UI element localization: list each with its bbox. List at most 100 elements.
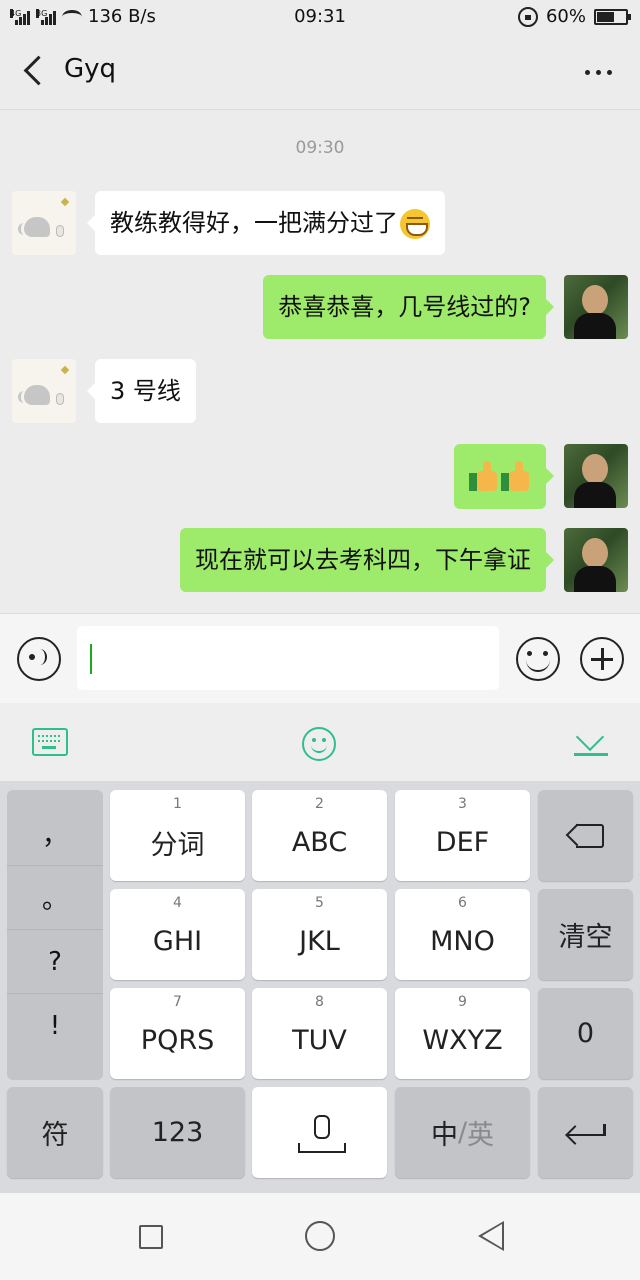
contact-avatar[interactable] bbox=[12, 191, 76, 255]
more-dots-icon[interactable] bbox=[585, 60, 612, 84]
symbols-key[interactable]: 符 bbox=[7, 1087, 103, 1178]
punctuation-column[interactable]: ， 。 ? ! bbox=[7, 790, 103, 1080]
key-7[interactable]: 7 PQRS bbox=[110, 988, 245, 1079]
message-bubble-outgoing[interactable]: 现在就可以去考科四，下午拿证 bbox=[180, 528, 554, 592]
key-number: 8 bbox=[315, 994, 324, 1010]
key-label: 0 bbox=[576, 1018, 595, 1049]
key-3[interactable]: 3 DEF bbox=[395, 790, 530, 881]
rotation-lock-icon bbox=[517, 6, 538, 27]
key-number: 5 bbox=[315, 895, 324, 911]
key-number: 2 bbox=[315, 796, 324, 812]
message-text: 教练教得好，一把满分过了 bbox=[110, 209, 398, 237]
mic-icon bbox=[297, 1114, 346, 1153]
key-label: TUV bbox=[292, 1025, 347, 1056]
key-number: 1 bbox=[173, 796, 182, 812]
key-label: 符 bbox=[41, 1120, 69, 1151]
thumbs-up-icon bbox=[469, 461, 499, 493]
key-label: PQRS bbox=[140, 1025, 215, 1056]
key-label: 清空 bbox=[558, 922, 613, 953]
plus-icon[interactable] bbox=[580, 637, 624, 681]
enter-key[interactable] bbox=[538, 1087, 633, 1178]
message-bubble-outgoing[interactable]: 恭喜恭喜，几号线过的? bbox=[263, 275, 554, 339]
elephant-icon bbox=[18, 217, 50, 237]
key-1[interactable]: 1 分词 bbox=[110, 790, 245, 881]
zero-key[interactable]: 0 bbox=[538, 988, 633, 1079]
punct-key-period[interactable]: 。 bbox=[7, 866, 103, 930]
key-number: 6 bbox=[458, 895, 467, 911]
emoji-icon[interactable] bbox=[516, 637, 560, 681]
triangle-back-icon[interactable] bbox=[478, 1221, 504, 1251]
language-toggle-key[interactable]: 中 / 英 bbox=[395, 1087, 530, 1178]
message-text: 恭喜恭喜，几号线过的? bbox=[278, 293, 531, 321]
keyboard-icon[interactable] bbox=[32, 728, 68, 756]
message-input[interactable] bbox=[77, 626, 499, 690]
key-label: JKL bbox=[299, 926, 340, 957]
key-number: 9 bbox=[458, 994, 467, 1010]
person-photo bbox=[574, 538, 616, 592]
key-5[interactable]: 5 JKL bbox=[252, 889, 387, 980]
star-icon bbox=[60, 365, 70, 375]
person-photo bbox=[574, 285, 616, 339]
mic-key[interactable] bbox=[252, 1087, 387, 1178]
key-label: DEF bbox=[435, 827, 490, 858]
status-bar: 4G 3G 136 B/s 09:31 60% bbox=[0, 0, 640, 34]
lang-sep: / bbox=[457, 1117, 468, 1148]
text-caret bbox=[90, 644, 92, 674]
system-nav-bar bbox=[0, 1193, 640, 1280]
punct-key-comma[interactable]: ， bbox=[7, 802, 103, 866]
voice-icon[interactable] bbox=[17, 637, 61, 681]
key-8[interactable]: 8 TUV bbox=[252, 988, 387, 1079]
punct-key-question[interactable]: ? bbox=[7, 930, 103, 994]
input-bar bbox=[0, 613, 640, 703]
collapse-keyboard-icon[interactable] bbox=[574, 731, 608, 756]
smile-icon[interactable] bbox=[302, 727, 336, 761]
bunny-icon bbox=[56, 393, 64, 405]
grin-emoji-icon bbox=[400, 209, 430, 239]
key-label: GHI bbox=[152, 926, 203, 957]
battery-percent: 60% bbox=[545, 6, 586, 27]
key-6[interactable]: 6 MNO bbox=[395, 889, 530, 980]
bunny-icon bbox=[56, 225, 64, 237]
message-bubble-outgoing[interactable] bbox=[454, 444, 554, 509]
key-number: 3 bbox=[458, 796, 467, 812]
chat-timestamp: 09:30 bbox=[295, 138, 345, 158]
lang-en: 英 bbox=[467, 1120, 495, 1151]
key-number: 4 bbox=[173, 895, 182, 911]
lang-zh: 中 bbox=[430, 1120, 458, 1151]
back-arrow-icon[interactable] bbox=[20, 54, 50, 88]
numbers-key[interactable]: 123 bbox=[110, 1087, 245, 1178]
chat-header: Gyq bbox=[0, 34, 640, 110]
key-label: 分词 bbox=[150, 830, 205, 861]
key-label: WXYZ bbox=[422, 1025, 503, 1056]
key-label: MNO bbox=[430, 926, 495, 957]
key-number: 7 bbox=[173, 994, 182, 1010]
backspace-icon bbox=[566, 823, 606, 848]
chat-area[interactable]: 09:30 教练教得好，一把满分过了 恭喜恭喜，几号线过的? 3 号线 现在就可… bbox=[0, 110, 640, 613]
enter-icon bbox=[564, 1120, 608, 1146]
message-bubble-incoming[interactable]: 教练教得好，一把满分过了 bbox=[87, 191, 445, 255]
keyboard: ， 。 ? ! 1 分词 2 ABC 3 DEF 4 GHI 5 JKL 6 MNO 清空 … bbox=[0, 781, 640, 1193]
person-photo bbox=[574, 454, 616, 508]
battery-icon bbox=[594, 8, 631, 25]
punct-key-exclaim[interactable]: ! bbox=[7, 994, 103, 1058]
backspace-key[interactable] bbox=[538, 790, 633, 881]
key-label: 123 bbox=[151, 1117, 204, 1148]
key-label: ABC bbox=[291, 827, 348, 858]
my-avatar[interactable] bbox=[564, 275, 628, 339]
message-text: 3 号线 bbox=[110, 377, 181, 405]
my-avatar[interactable] bbox=[564, 528, 628, 592]
clear-key[interactable]: 清空 bbox=[538, 889, 633, 980]
my-avatar[interactable] bbox=[564, 444, 628, 508]
message-bubble-incoming[interactable]: 3 号线 bbox=[87, 359, 196, 423]
key-9[interactable]: 9 WXYZ bbox=[395, 988, 530, 1079]
message-text: 现在就可以去考科四，下午拿证 bbox=[195, 546, 531, 574]
square-icon[interactable] bbox=[139, 1225, 163, 1249]
key-4[interactable]: 4 GHI bbox=[110, 889, 245, 980]
keyboard-toolbar bbox=[0, 703, 640, 781]
chat-title: Gyq bbox=[64, 54, 117, 84]
circle-icon[interactable] bbox=[305, 1221, 335, 1251]
star-icon bbox=[60, 197, 70, 207]
contact-avatar[interactable] bbox=[12, 359, 76, 423]
elephant-icon bbox=[18, 385, 50, 405]
key-2[interactable]: 2 ABC bbox=[252, 790, 387, 881]
